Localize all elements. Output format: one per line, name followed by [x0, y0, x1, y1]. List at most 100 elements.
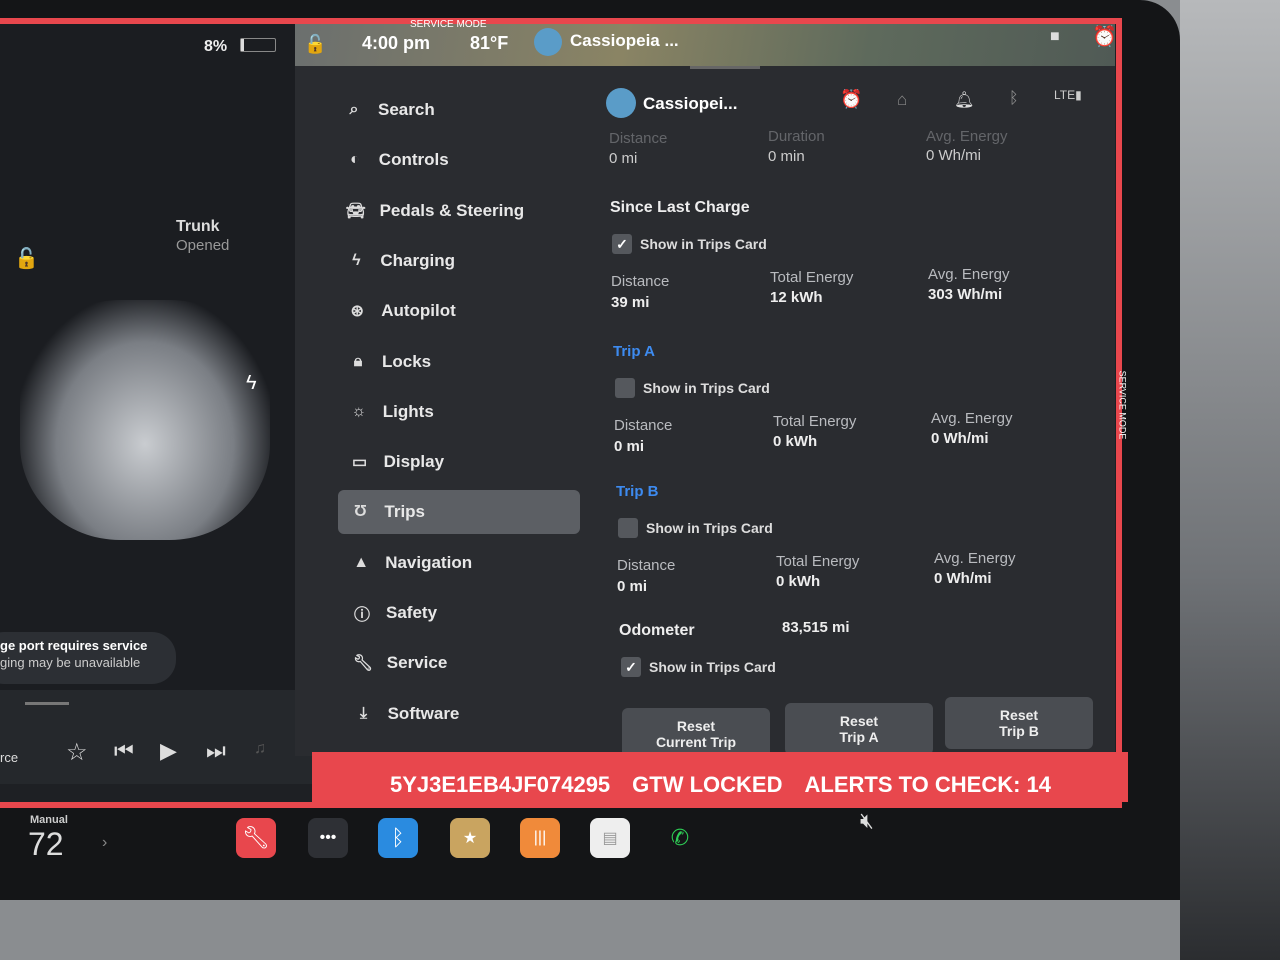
current-avg: 0 Wh/mi	[926, 147, 982, 164]
odometer-show-checkbox[interactable]: ✓ Show in Trips Card	[621, 657, 776, 677]
menu-item-charging[interactable]: ϟ Charging	[334, 239, 576, 283]
checkbox-empty[interactable]	[618, 518, 638, 538]
charge-port-alert[interactable]: ge port requires service ging may be una…	[0, 632, 176, 684]
unlock-icon[interactable]: 🔓	[14, 246, 39, 271]
checkmark-icon[interactable]: ✓	[621, 657, 641, 677]
next-track-icon[interactable]: ⏭	[206, 738, 226, 764]
odometer-value: 83,515 mi	[782, 619, 850, 636]
bluetooth-icon[interactable]: ᛒ	[1009, 90, 1019, 108]
media-drag-handle[interactable]	[25, 702, 69, 705]
sun-icon: ☼	[351, 402, 367, 420]
menu-item-label: Controls	[378, 150, 449, 170]
menu-item-autopilot[interactable]: ⊛ Autopilot	[335, 289, 577, 333]
avatar[interactable]	[606, 88, 636, 118]
bluetooth-icon[interactable]: ᛒ	[378, 818, 418, 858]
button-line: Trip B	[999, 723, 1039, 739]
charge-port-bolt-icon: ϟ	[246, 372, 257, 394]
menu-item-search[interactable]: ⌕ Search	[332, 88, 574, 132]
menu-item-display[interactable]: ▭ Display	[338, 440, 580, 484]
menu-item-safety[interactable]: ⓘ Safety	[340, 591, 582, 635]
trip_b-energy: 0 kWh	[776, 573, 821, 590]
menu-item-locks[interactable]: 🔒︎ Locks	[336, 340, 578, 384]
trip_b-energy-label: Total Energy	[776, 553, 860, 570]
menu-item-service[interactable]: 🔧︎ Service	[341, 641, 583, 685]
panel-drag-handle[interactable]	[690, 66, 760, 69]
navigation-icon: ▲	[353, 553, 370, 571]
trip_a-distance: 0 mi	[614, 438, 645, 455]
trip_a-avg: 0 Wh/mi	[931, 430, 989, 447]
current-duration: 0 min	[768, 148, 805, 165]
display-icon: ▭	[352, 454, 368, 472]
alarm-icon[interactable]: ⏰	[840, 89, 862, 110]
play-icon[interactable]: ▶	[160, 738, 177, 764]
since_last_charge-avg-label: Avg. Energy	[928, 266, 1010, 283]
climate-mode: Manual	[30, 814, 68, 826]
button-line: Current Trip	[655, 734, 737, 750]
menu-item-trips[interactable]: Ʊ Trips	[338, 490, 581, 535]
checkbox-label: Show in Trips Card	[649, 659, 776, 675]
lock-icon: 🔒︎	[353, 352, 363, 370]
media-source[interactable]: rce	[0, 750, 18, 765]
trip_a-energy: 0 kWh	[773, 433, 818, 450]
profile-name[interactable]: Cassiopeia ...	[570, 31, 679, 51]
avatar[interactable]	[534, 28, 562, 56]
reset-trip-a-button[interactable]: Reset Trip A	[785, 703, 933, 755]
equalizer-icon[interactable]: ♫	[254, 740, 266, 758]
menu-item-software[interactable]: ⤓ Software	[342, 692, 584, 736]
menu-item-label: Safety	[386, 603, 438, 622]
car-interior	[1180, 0, 1280, 960]
battery-percent: 8%	[204, 38, 228, 55]
reset-trip-b-button[interactable]: Reset Trip B	[945, 697, 1093, 749]
trunk-label[interactable]: Trunk	[176, 218, 220, 236]
menu-item-label: Software	[387, 703, 460, 723]
menu-item-controls[interactable]: ◐ Controls	[333, 138, 575, 182]
menu-item-label: Search	[378, 100, 435, 119]
toggle-icon: ◐	[349, 151, 360, 169]
bell-icon[interactable]: 🔔︎	[954, 90, 974, 110]
chevron-right-icon[interactable]: ›	[102, 834, 107, 852]
trips-icon: Ʊ	[353, 503, 367, 521]
checkbox-empty[interactable]	[615, 378, 635, 398]
alarm-icon[interactable]: ⏰	[1092, 24, 1117, 49]
trip_a-distance-label: Distance	[614, 417, 673, 434]
wrench-icon: 🔧︎	[352, 655, 374, 673]
menu-item-label: Display	[383, 452, 445, 472]
garage-icon[interactable]: ⌂	[897, 90, 907, 110]
trip_a-title: Trip A	[613, 343, 655, 360]
download-icon: ⤓	[360, 704, 368, 722]
alerts-count[interactable]: ALERTS TO CHECK: 14	[805, 772, 1052, 798]
volume-muted-icon[interactable]: 🔇︎	[860, 808, 874, 834]
climate-temp[interactable]: 72	[28, 826, 64, 863]
dashcam-icon[interactable]: ■	[1050, 28, 1060, 46]
service-wrench-icon[interactable]: 🔧︎	[236, 818, 276, 858]
trip_b-distance: 0 mi	[617, 578, 648, 595]
checkbox-label: Show in Trips Card	[643, 380, 770, 396]
toybox-icon[interactable]: ★	[450, 818, 490, 858]
previous-track-icon[interactable]: ⏮	[114, 738, 134, 764]
search-icon: ⌕	[349, 101, 359, 118]
alert-title: ge port requires service	[0, 638, 148, 653]
safety-icon: ⓘ	[353, 607, 370, 624]
since_last_charge-avg: 303 Wh/mi	[928, 286, 1003, 303]
since_last_charge-energy-label: Total Energy	[770, 269, 854, 286]
favorite-star-icon[interactable]: ☆	[66, 738, 88, 767]
menu-item-lights[interactable]: ☼ Lights	[337, 390, 579, 434]
since_last_charge-distance-label: Distance	[611, 273, 670, 290]
phone-icon[interactable]: ✆	[660, 818, 700, 858]
menu-item-pedals-steering[interactable]: 🚘︎ Pedals & Steering	[334, 189, 576, 233]
checkmark-icon[interactable]: ✓	[612, 234, 632, 254]
trip_b-show-checkbox[interactable]: Show in Trips Card	[618, 518, 773, 538]
since_last_charge-show-checkbox[interactable]: ✓ Show in Trips Card	[612, 234, 767, 254]
header-profile-name[interactable]: Cassiopei...	[643, 94, 737, 114]
unlock-icon[interactable]: 🔓	[304, 34, 326, 55]
trip_a-energy-label: Total Energy	[773, 413, 857, 430]
menu-item-label: Navigation	[385, 552, 473, 572]
menu-item-navigation[interactable]: ▲ Navigation	[339, 541, 581, 585]
since_last_charge-title: Since Last Charge	[610, 199, 750, 216]
menu-item-label: Pedals & Steering	[379, 200, 525, 220]
music-icon[interactable]: |||	[520, 818, 560, 858]
calendar-icon[interactable]: ▤	[590, 818, 630, 858]
more-apps-icon[interactable]: •••	[308, 818, 348, 858]
trip_a-show-checkbox[interactable]: Show in Trips Card	[615, 378, 770, 398]
trip_b-avg: 0 Wh/mi	[934, 570, 992, 587]
